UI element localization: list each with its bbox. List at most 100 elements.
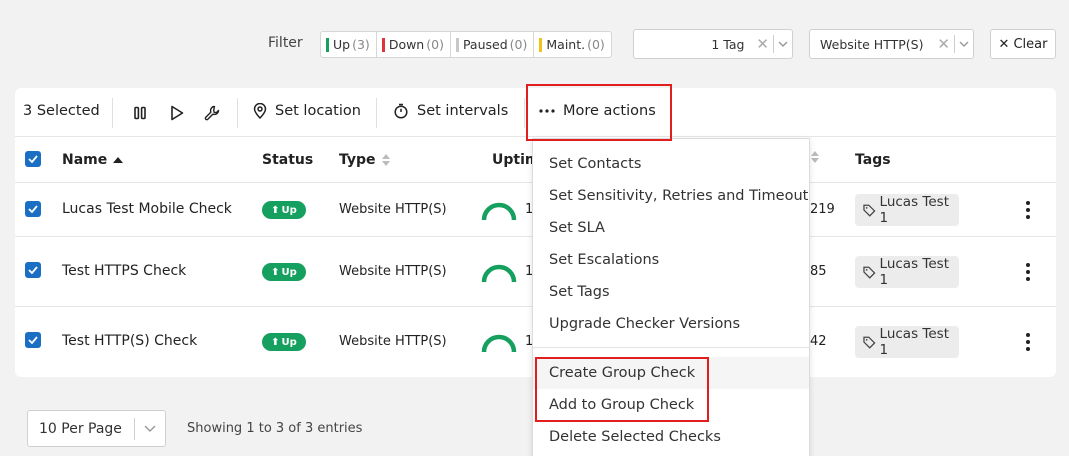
row-checkbox[interactable] xyxy=(25,262,41,278)
check-name[interactable]: Lucas Test Mobile Check xyxy=(62,201,232,217)
set-intervals-button[interactable]: Set intervals xyxy=(393,103,508,119)
filter-maint[interactable]: Maint. (0) xyxy=(534,32,610,57)
filter-up-count: (3) xyxy=(352,37,370,52)
filter-up[interactable]: Up (3) xyxy=(321,32,377,57)
column-header-name[interactable]: Name xyxy=(62,152,124,168)
chevron-down-icon[interactable] xyxy=(774,41,792,47)
row-checkbox[interactable] xyxy=(25,332,41,348)
select-all-checkbox[interactable] xyxy=(25,151,41,167)
toolbar-divider xyxy=(524,98,525,128)
per-page-value: 10 Per Page xyxy=(39,420,122,437)
maint-color-bar xyxy=(539,37,543,52)
status-badge: ⬆ Up xyxy=(262,333,306,351)
tag-chip[interactable]: Lucas Test 1 xyxy=(855,256,959,288)
menu-item-delete-selected[interactable]: Delete Selected Checks xyxy=(533,421,809,453)
menu-item-add-to-group-check[interactable]: Add to Group Check xyxy=(533,389,809,421)
status-label: Up xyxy=(281,336,297,348)
filter-down-label: Down xyxy=(388,37,425,52)
toolbar-divider xyxy=(376,98,377,128)
check-icon xyxy=(28,266,38,274)
tag-icon xyxy=(863,266,876,279)
column-header-type[interactable]: Type xyxy=(339,152,391,168)
menu-item-set-sla[interactable]: Set SLA xyxy=(533,212,809,244)
uptime-gauge xyxy=(481,334,517,353)
chevron-down-icon[interactable] xyxy=(955,41,973,47)
filter-up-label: Up xyxy=(333,37,351,52)
column-header-status[interactable]: Status xyxy=(262,152,313,168)
filter-maint-label: Maint. xyxy=(546,37,586,52)
play-icon[interactable] xyxy=(167,103,187,123)
row-actions-icon[interactable] xyxy=(1025,201,1031,219)
arrow-up-icon: ⬆ xyxy=(271,204,280,216)
response-time-value: 85 xyxy=(810,264,827,279)
per-page-select[interactable]: 10 Per Page xyxy=(27,410,166,447)
menu-item-set-contacts[interactable]: Set Contacts xyxy=(533,148,809,180)
up-color-bar xyxy=(326,37,329,52)
row-checkbox[interactable] xyxy=(25,201,41,217)
set-location-label: Set location xyxy=(275,103,361,119)
response-time-value: 42 xyxy=(810,334,827,349)
row-actions-icon[interactable] xyxy=(1025,263,1031,281)
pause-icon[interactable] xyxy=(130,103,150,123)
more-actions-label: More actions xyxy=(563,103,656,119)
clear-label: Clear xyxy=(1013,36,1048,52)
check-icon xyxy=(28,155,38,163)
uptime-gauge xyxy=(481,264,517,283)
type-select[interactable]: Website HTTP(S) ✕ xyxy=(809,29,974,59)
clear-tag-icon[interactable]: ✕ xyxy=(752,35,773,53)
check-name[interactable]: Test HTTP(S) Check xyxy=(62,333,197,349)
check-icon xyxy=(28,336,38,344)
menu-divider xyxy=(533,347,809,348)
status-badge: ⬆ Up xyxy=(262,263,306,281)
toolbar-divider xyxy=(237,98,238,128)
arrow-up-icon: ⬆ xyxy=(271,336,280,348)
column-header-tags: Tags xyxy=(855,152,891,168)
more-actions-button[interactable]: More actions xyxy=(539,103,656,119)
column-name-label: Name xyxy=(62,152,108,168)
filter-paused[interactable]: Paused (0) xyxy=(451,32,535,57)
showing-entries-text: Showing 1 to 3 of 3 entries xyxy=(187,421,363,436)
check-type: Website HTTP(S) xyxy=(339,334,447,349)
tag-chip[interactable]: Lucas Test 1 xyxy=(855,326,959,358)
status-badge: ⬆ Up xyxy=(262,201,306,219)
status-label: Up xyxy=(281,204,297,216)
bulk-action-toolbar: 3 Selected Set location Set intervals Mo… xyxy=(15,88,1056,137)
sort-icon[interactable] xyxy=(810,150,820,164)
wrench-icon[interactable] xyxy=(202,103,222,123)
filter-paused-label: Paused xyxy=(462,37,508,52)
set-intervals-label: Set intervals xyxy=(417,103,509,119)
filter-down-count: (0) xyxy=(426,37,444,52)
filter-maint-count: (0) xyxy=(587,37,605,52)
set-location-button[interactable]: Set location xyxy=(253,103,361,119)
check-type: Website HTTP(S) xyxy=(339,202,447,217)
sort-ascending-icon xyxy=(113,157,124,163)
menu-item-create-group-check[interactable]: Create Group Check xyxy=(533,357,809,389)
toolbar-divider xyxy=(112,98,113,128)
filter-paused-count: (0) xyxy=(509,37,528,52)
chevron-down-icon[interactable] xyxy=(135,425,165,432)
check-name[interactable]: Test HTTPS Check xyxy=(62,263,186,279)
close-icon: ✕ xyxy=(998,36,1010,52)
filter-down[interactable]: Down (0) xyxy=(377,32,451,57)
check-type: Website HTTP(S) xyxy=(339,264,447,279)
tag-label: Lucas Test 1 xyxy=(879,194,949,226)
tag-label: Lucas Test 1 xyxy=(879,256,949,288)
arrow-up-icon: ⬆ xyxy=(271,266,280,278)
row-actions-icon[interactable] xyxy=(1025,333,1031,351)
more-actions-menu: Set Contacts Set Sensitivity, Retries an… xyxy=(532,138,810,456)
more-horizontal-icon xyxy=(539,109,555,113)
menu-item-set-escalations[interactable]: Set Escalations xyxy=(533,244,809,276)
menu-item-upgrade-checker[interactable]: Upgrade Checker Versions xyxy=(533,308,809,340)
uptime-gauge xyxy=(481,202,517,221)
paused-color-bar xyxy=(455,37,459,52)
response-time-value: 219 xyxy=(810,202,835,217)
location-pin-icon xyxy=(253,103,267,119)
tag-chip[interactable]: Lucas Test 1 xyxy=(855,194,959,226)
tag-select[interactable]: 1 Tag ✕ xyxy=(633,29,793,59)
menu-item-set-tags[interactable]: Set Tags xyxy=(533,276,809,308)
sort-icon xyxy=(381,154,390,166)
menu-item-set-sensitivity[interactable]: Set Sensitivity, Retries and Timeout xyxy=(533,180,809,212)
clear-button[interactable]: ✕ Clear xyxy=(990,29,1056,59)
clear-type-icon[interactable]: ✕ xyxy=(933,35,954,53)
selected-count: 3 Selected xyxy=(23,103,100,119)
